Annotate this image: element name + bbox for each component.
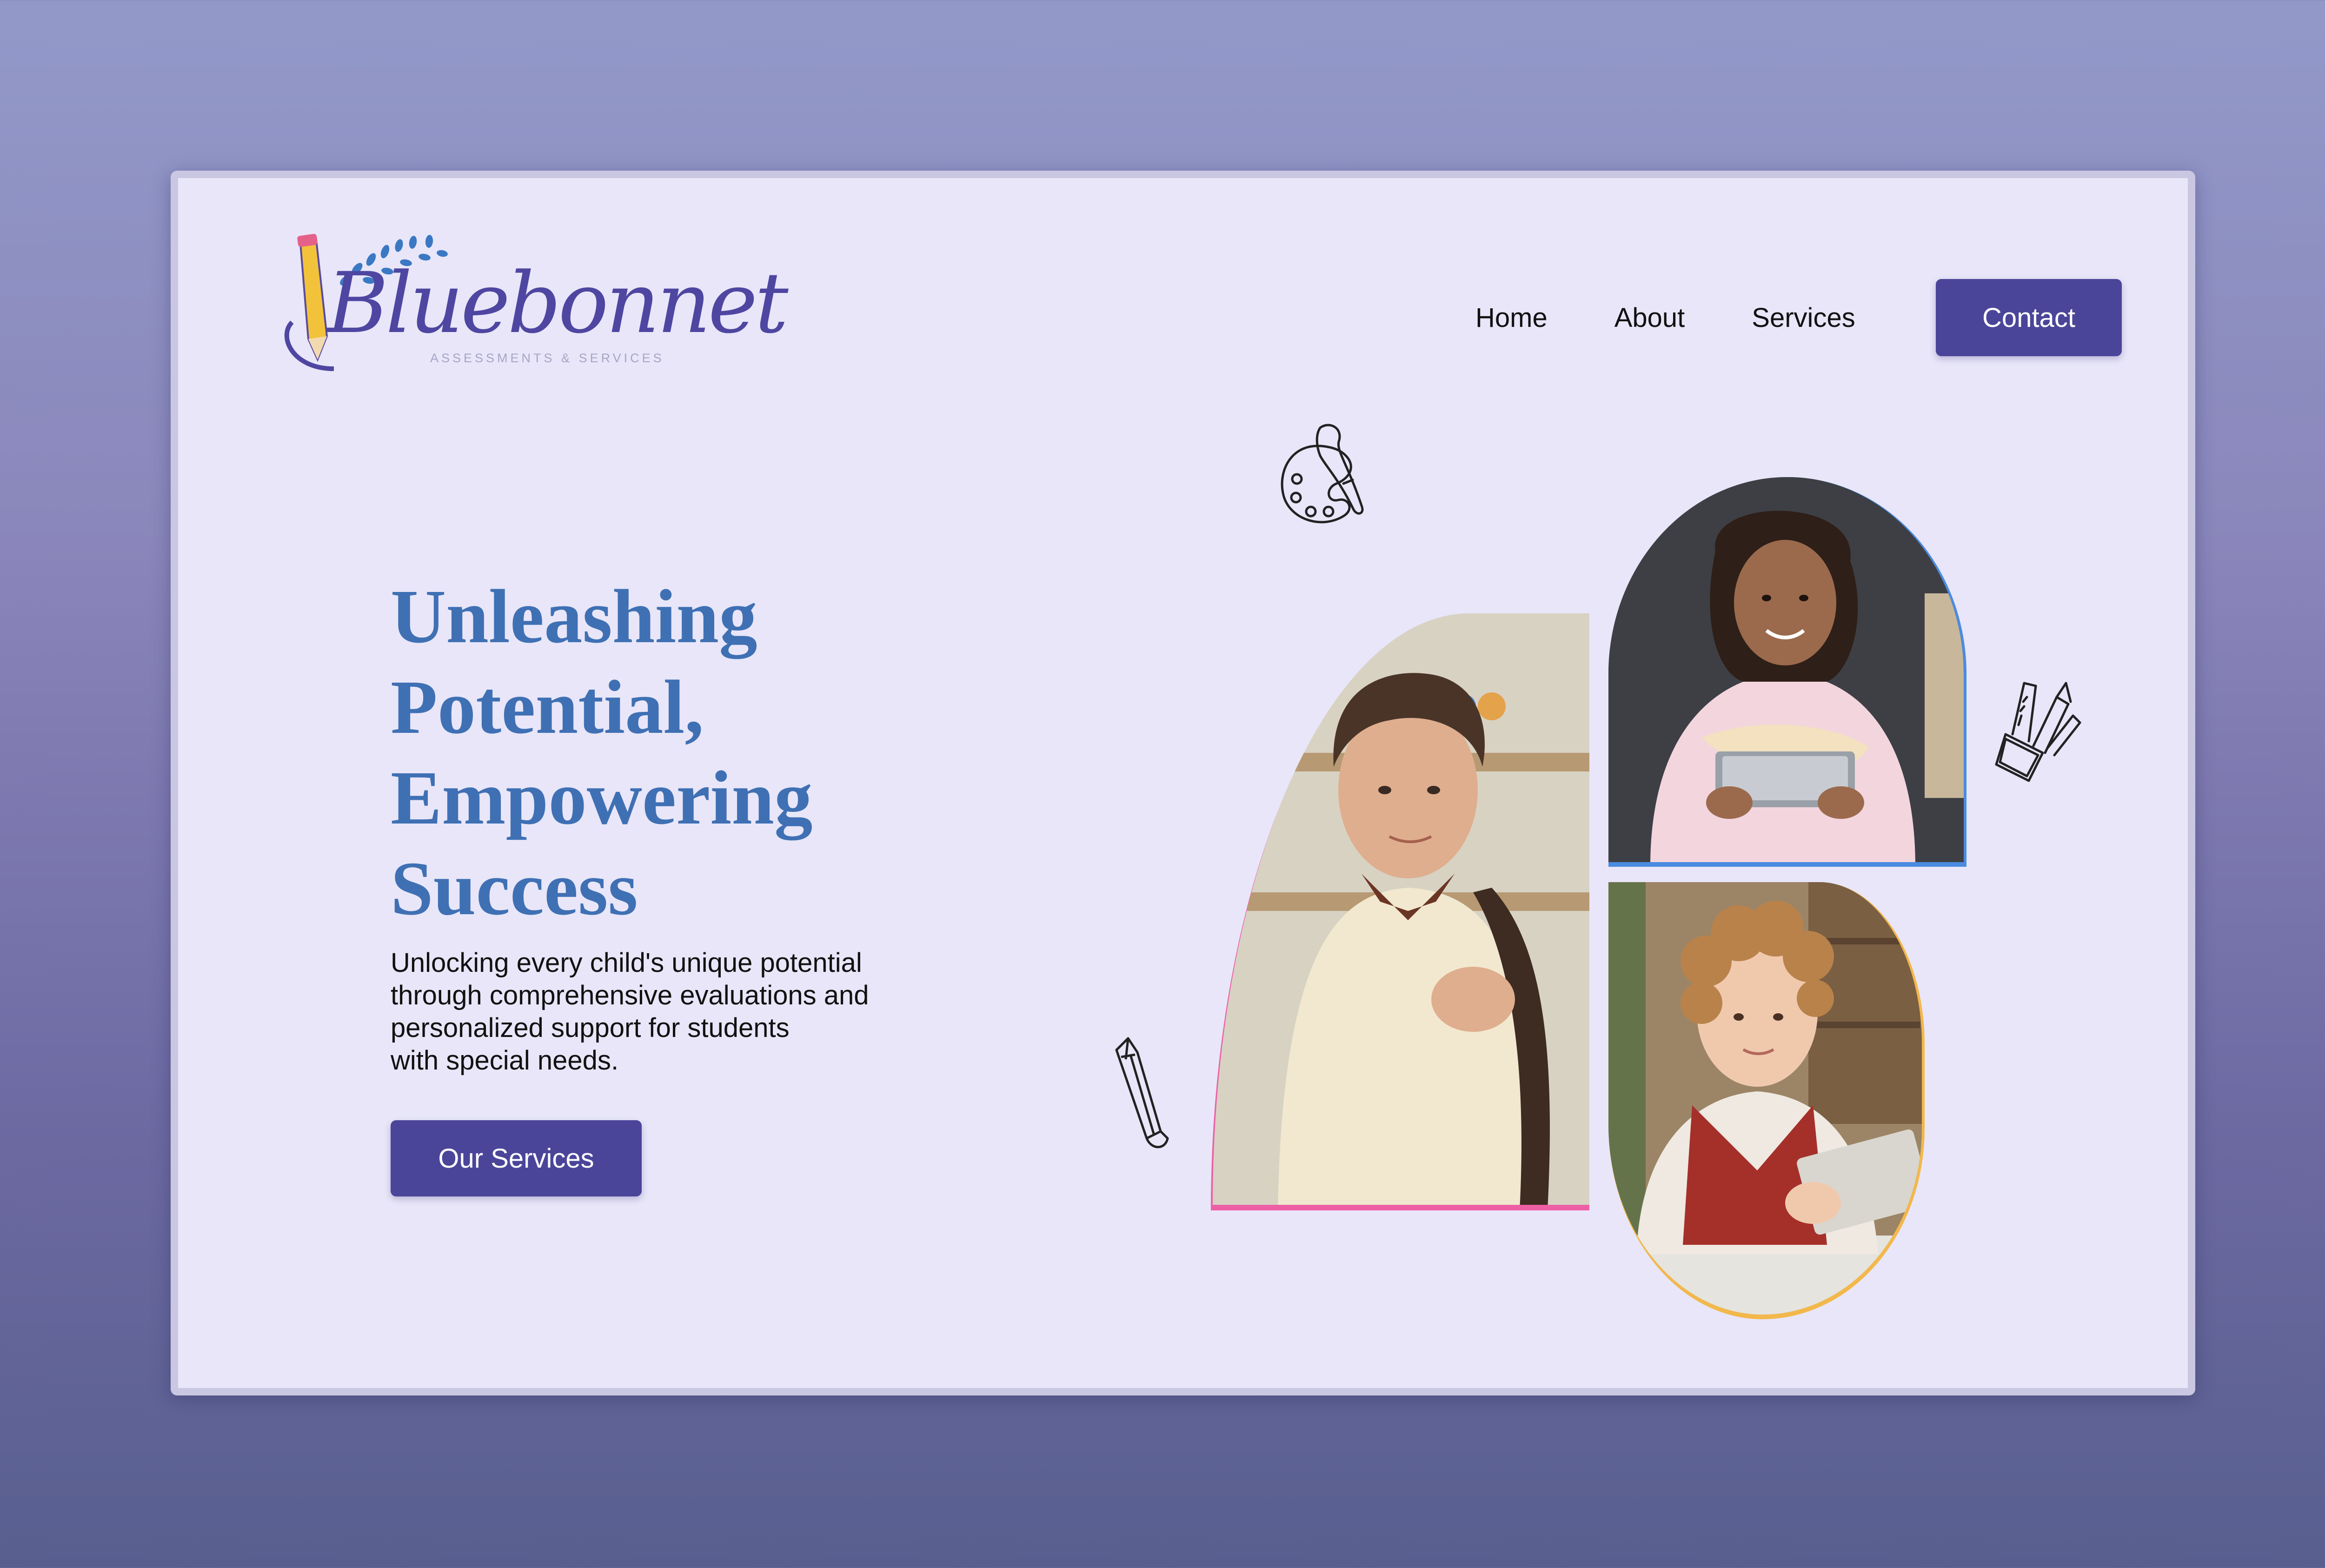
hero-subtitle: Unlocking every child's unique potential… bbox=[391, 947, 949, 1077]
curly-kid-illustration bbox=[1608, 882, 1922, 1315]
contact-button[interactable]: Contact bbox=[1936, 279, 2122, 356]
nav-about-link[interactable]: About bbox=[1614, 302, 1685, 333]
logo-tagline: ASSESSMENTS & SERVICES bbox=[430, 351, 664, 365]
hero-subtitle-line: through comprehensive evaluations and bbox=[391, 980, 869, 1010]
hero-title-line: Empowering bbox=[391, 755, 813, 840]
girl-tablet-illustration bbox=[1608, 477, 1964, 862]
boy-student-photo bbox=[1211, 613, 1589, 1210]
landing-page: Bluebonnet ASSESSMENTS & SERVICES Home A… bbox=[178, 178, 2188, 1388]
main-nav: Home About Services bbox=[1475, 279, 1922, 356]
hero-title-line: Success bbox=[391, 846, 638, 931]
pencil-icon bbox=[1115, 1037, 1169, 1149]
nav-services-link[interactable]: Services bbox=[1752, 302, 1855, 333]
hero-subtitle-line: with special needs. bbox=[391, 1045, 619, 1076]
our-services-button[interactable]: Our Services bbox=[391, 1120, 642, 1196]
hero-subtitle-line: Unlocking every child's unique potential bbox=[391, 948, 862, 978]
browser-frame: Bluebonnet ASSESSMENTS & SERVICES Home A… bbox=[171, 171, 2195, 1395]
curly-kid-photo bbox=[1608, 882, 1925, 1319]
hero-title: Unleashing Potential, Empowering Success bbox=[391, 571, 1088, 934]
boy-student-illustration bbox=[1213, 613, 1589, 1205]
paint-palette-icon bbox=[1281, 424, 1364, 524]
pencil-cup-icon bbox=[1995, 682, 2081, 782]
hero-title-line: Unleashing bbox=[391, 574, 757, 659]
nav-home-link[interactable]: Home bbox=[1475, 302, 1548, 333]
hero-subtitle-line: personalized support for students bbox=[391, 1013, 790, 1043]
girl-tablet-photo bbox=[1608, 477, 1966, 867]
brand-logo[interactable]: Bluebonnet ASSESSMENTS & SERVICES bbox=[257, 225, 789, 392]
logo-wordmark: Bluebonnet bbox=[327, 255, 789, 352]
hero-title-line: Potential, bbox=[391, 664, 704, 750]
